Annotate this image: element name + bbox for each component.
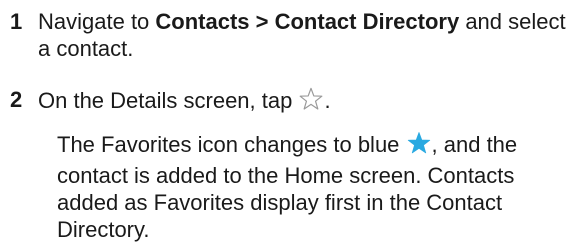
step-text-end: . [324,88,331,113]
step-number: 2 [10,87,23,112]
step-text-intro: Navigate to [38,9,156,34]
step-text: Navigate to Contacts > Contact Directory… [38,8,573,62]
star-filled-icon [406,130,432,162]
note-text-intro: The Favorites icon changes to blue [57,132,406,157]
star-outline-icon [298,86,324,118]
step-number: 1 [10,9,23,34]
step-text-intro: On the Details screen, tap [38,88,299,113]
step-text: On the Details screen, tap . [38,86,573,118]
menu-path: Contacts > Contact Directory [155,9,460,34]
result-note: The Favorites icon changes to blue , and… [57,130,573,243]
